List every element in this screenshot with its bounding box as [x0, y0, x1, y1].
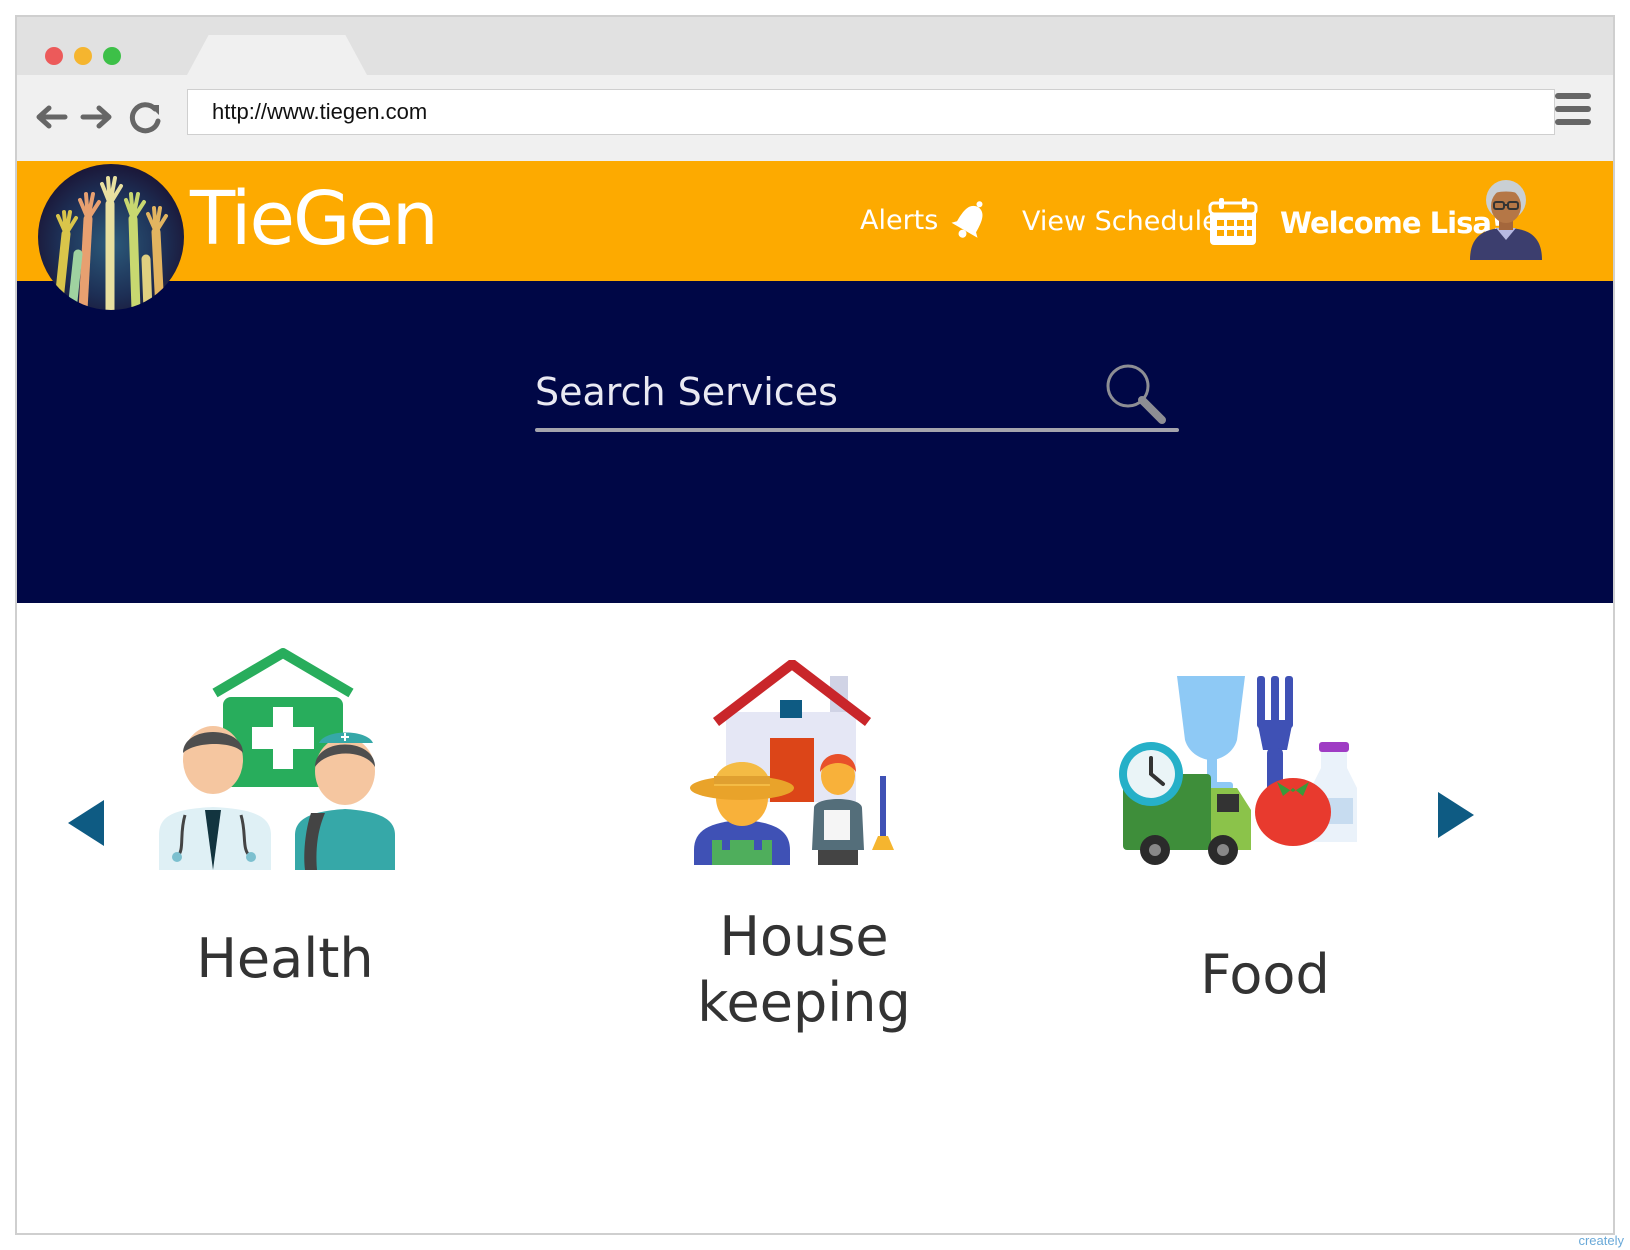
close-window-icon[interactable]: [45, 47, 63, 65]
back-arrow-icon[interactable]: [31, 97, 71, 137]
reload-icon[interactable]: [125, 97, 165, 137]
browser-tabbar: [17, 17, 1613, 75]
browser-tab[interactable]: [187, 35, 367, 75]
view-schedule-link[interactable]: View Schedule: [1022, 206, 1219, 237]
search-icon[interactable]: [1102, 360, 1170, 428]
search-hero: [17, 281, 1613, 603]
minimize-window-icon[interactable]: [74, 47, 92, 65]
hamburger-menu-icon[interactable]: [1551, 87, 1595, 131]
calendar-icon[interactable]: [1207, 196, 1259, 248]
user-avatar[interactable]: [1466, 166, 1546, 260]
food-icon: [1119, 676, 1357, 865]
search-underline: [535, 428, 1179, 432]
browser-toolbar: http://www.tiegen.com: [17, 75, 1613, 161]
carousel-next-arrow-icon[interactable]: [1434, 788, 1478, 842]
brand-name[interactable]: TieGen: [190, 182, 439, 256]
bell-icon[interactable]: [946, 194, 996, 244]
health-icon: [159, 648, 395, 870]
search-input[interactable]: Search Services: [535, 370, 838, 414]
forward-arrow-icon[interactable]: [77, 97, 117, 137]
alerts-link[interactable]: Alerts: [860, 205, 938, 236]
service-label-housekeeping[interactable]: House keeping: [684, 904, 924, 1036]
service-label-food[interactable]: Food: [1165, 942, 1365, 1008]
logo-hands-icon[interactable]: [38, 164, 184, 310]
housekeeping-icon: [690, 660, 894, 865]
maximize-window-icon[interactable]: [103, 47, 121, 65]
address-bar[interactable]: http://www.tiegen.com: [187, 89, 1555, 135]
carousel-prev-arrow-icon[interactable]: [64, 796, 108, 850]
service-label-health[interactable]: Health: [185, 926, 385, 992]
creately-watermark: creately: [1578, 1233, 1624, 1248]
